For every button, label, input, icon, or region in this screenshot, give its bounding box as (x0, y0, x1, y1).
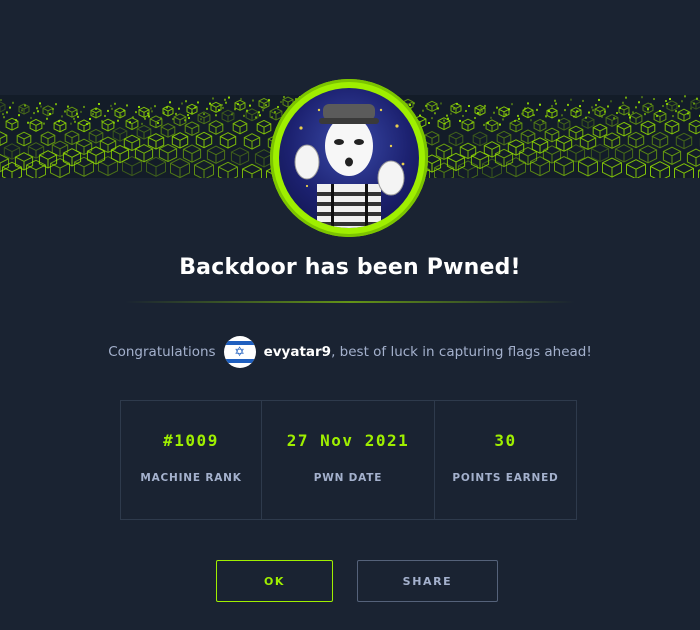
share-button[interactable]: SHARE (357, 560, 498, 602)
avatar (270, 79, 428, 237)
title-divider (125, 301, 575, 303)
stat-value: 27 Nov 2021 (286, 431, 410, 450)
stats-panel: #1009 MACHINE RANK 27 Nov 2021 PWN DATE … (120, 400, 577, 520)
stat-value: #1009 (163, 431, 219, 450)
stat-machine-rank: #1009 MACHINE RANK (121, 401, 262, 519)
username-link[interactable]: evyatar9 (264, 344, 331, 360)
stat-points-earned: 30 POINTS EARNED (435, 401, 576, 519)
mime-avatar-icon (279, 88, 419, 228)
israel-flag-icon: ✡ (223, 336, 256, 368)
ok-button[interactable]: OK (216, 560, 333, 602)
congrats-prefix: Congratulations (108, 344, 216, 360)
stat-label: MACHINE RANK (140, 472, 242, 484)
stat-label: PWN DATE (313, 472, 383, 484)
page-title: Backdoor has been Pwned! (179, 255, 521, 280)
stat-pwn-date: 27 Nov 2021 PWN DATE (262, 401, 435, 519)
congrats-suffix: , best of luck in capturing flags ahead! (331, 344, 592, 360)
stat-value: 30 (494, 431, 517, 450)
stat-label: POINTS EARNED (452, 472, 559, 484)
congrats-line: Congratulations ✡ evyatar9 , best of luc… (0, 336, 700, 368)
